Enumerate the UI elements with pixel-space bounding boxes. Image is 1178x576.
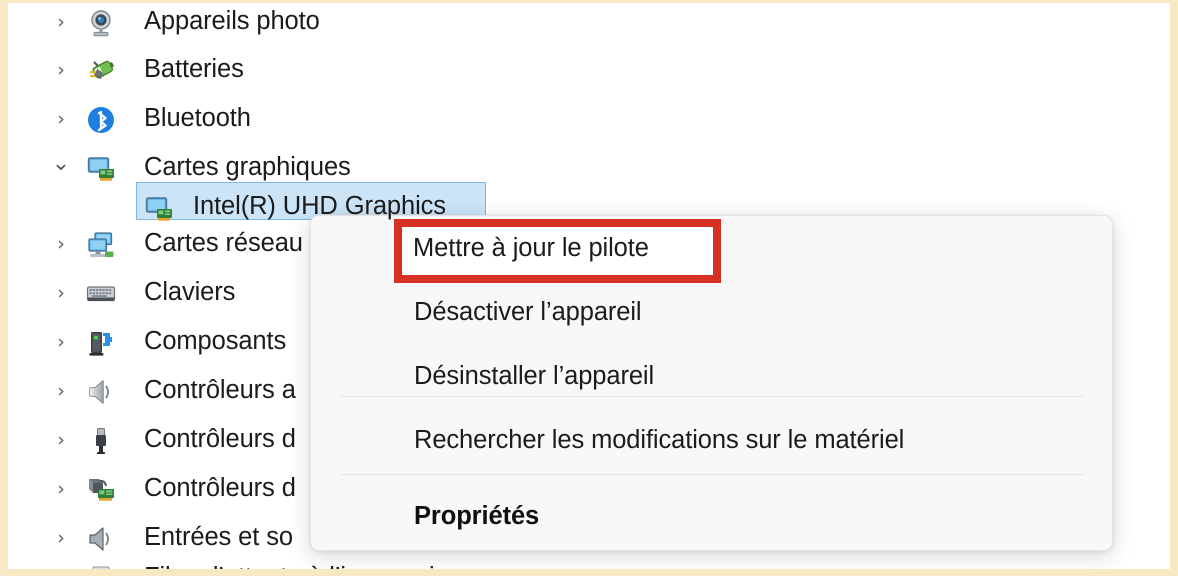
chevron-right-icon[interactable]: › [50,480,72,499]
chevron-right-icon[interactable]: › [50,13,72,32]
tree-item-label: Appareils photo [144,7,320,35]
network-adapter-icon [86,230,116,260]
bluetooth-icon [86,105,116,135]
chevron-right-icon[interactable]: › [50,61,72,80]
chevron-right-icon[interactable]: › [50,529,72,548]
menu-item-desinstaller-lappareil[interactable]: Désinstaller l’appareil [311,344,1112,408]
tree-item-label: Bluetooth [144,104,251,132]
chevron-right-icon[interactable]: › [50,333,72,352]
screenshot-frame: › Appareils photo › Batteries › Bluetoot… [0,0,1178,576]
tree-item-label: Contrôleurs a [144,376,296,404]
tree-item-label: Cartes graphiques [144,153,351,181]
tree-item-label: Contrôleurs d [144,425,296,453]
display-adapter-icon [144,194,174,224]
menu-item-proprietes[interactable]: Propriétés [311,484,1112,548]
chevron-right-icon[interactable]: › [50,110,72,129]
audio-controller-icon [86,377,116,407]
menu-item-rechercher-les-modifications[interactable]: Rechercher les modifications sur le maté… [311,408,1112,472]
menu-item-label: Désactiver l’appareil [414,297,642,326]
tree-item-label: Intel(R) UHD Graphics [193,192,446,220]
tree-item-label: Contrôleurs d [144,474,296,502]
menu-item-desactiver-lappareil[interactable]: Désactiver l’appareil [311,280,1112,344]
tree-item-label: Cartes réseau [144,229,303,257]
audio-input-output-icon [86,524,116,554]
tree-item-label: Composants [144,327,287,355]
annotation-highlight-label: Mettre à jour le pilote [413,234,649,262]
menu-item-label: Rechercher les modifications sur le maté… [414,425,905,454]
tree-item-label: Claviers [144,278,236,306]
menu-item-label: Désinstaller l’appareil [414,361,655,390]
camera-icon [86,8,116,38]
menu-separator [341,396,1084,397]
device-manager-canvas: › Appareils photo › Batteries › Bluetoot… [8,3,1170,569]
chevron-right-icon[interactable]: › [50,284,72,303]
printer-icon [86,565,116,569]
display-adapter-icon [86,154,116,184]
chevron-right-icon[interactable]: › [50,431,72,450]
menu-item-label: Propriétés [414,501,540,530]
tree-item-label: Entrées et so [144,523,293,551]
usb-controller-icon [86,426,116,456]
storage-controller-icon [86,475,116,505]
components-icon [86,328,116,358]
battery-icon [86,56,116,86]
menu-separator [341,474,1084,475]
tree-item-label: Files d’attente à l’impression : [144,563,477,569]
chevron-down-icon[interactable]: ⌄ [50,153,72,175]
tree-item-label: Batteries [144,55,244,83]
keyboard-icon [86,279,116,309]
chevron-right-icon[interactable]: › [50,235,72,254]
chevron-right-icon[interactable]: › [50,382,72,401]
